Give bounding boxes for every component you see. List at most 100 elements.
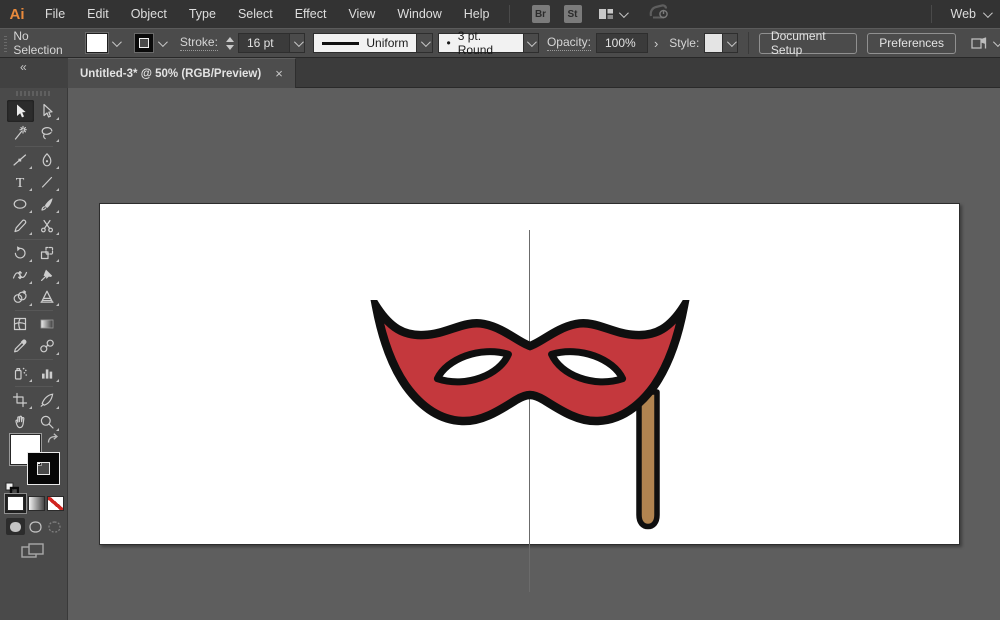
direct-selection-tool-button[interactable] — [34, 100, 61, 122]
canvas-area[interactable] — [68, 88, 1000, 620]
artboard-tool-button[interactable] — [7, 389, 34, 411]
document-tab-bar: « Untitled-3* @ 50% (RGB/Preview) × — [0, 58, 1000, 88]
menu-file[interactable]: File — [34, 0, 76, 28]
control-divider — [748, 32, 749, 54]
menu-help[interactable]: Help — [453, 0, 501, 28]
scale-icon — [39, 245, 55, 261]
brush-definition-dropdown[interactable] — [524, 33, 539, 53]
selection-tool-button[interactable] — [7, 100, 34, 122]
stroke-weight-field[interactable]: 16 pt — [238, 33, 290, 53]
mask-body[interactable] — [376, 306, 684, 421]
menu-edit[interactable]: Edit — [76, 0, 120, 28]
scissors-tool-button[interactable] — [34, 215, 61, 237]
app-logo-icon: Ai — [0, 6, 34, 23]
draw-normal-button[interactable] — [6, 518, 25, 535]
stepper-up-icon[interactable] — [226, 37, 234, 42]
pencil-tool-button[interactable] — [7, 215, 34, 237]
chevron-down-icon — [618, 8, 628, 18]
slice-knife-icon — [39, 392, 55, 408]
tab-close-icon[interactable]: × — [275, 66, 283, 81]
control-bar: No Selection Stroke: 16 pt Uniform • 3 p… — [0, 28, 1000, 58]
stepper-down-icon[interactable] — [226, 45, 234, 50]
column-graph-tool-button[interactable] — [34, 362, 61, 384]
width-squiggle-icon — [12, 267, 28, 283]
preferences-button[interactable]: Preferences — [867, 33, 956, 54]
arrange-documents-button[interactable] — [598, 7, 626, 21]
stock-button[interactable]: St — [564, 5, 582, 23]
mesh-tool-button[interactable] — [7, 313, 34, 335]
stroke-color-proxy[interactable] — [28, 453, 59, 484]
draw-behind-button[interactable] — [26, 518, 45, 535]
chevron-down-icon — [112, 37, 122, 47]
perspective-grid-tool-button[interactable] — [34, 286, 61, 308]
stroke-dropdown-button[interactable] — [154, 33, 170, 53]
stroke-panel-link[interactable]: Stroke: — [180, 35, 218, 51]
draw-inside-button[interactable] — [45, 518, 64, 535]
menu-window[interactable]: Window — [386, 0, 452, 28]
menu-view[interactable]: View — [337, 0, 386, 28]
slice-tool-button[interactable] — [34, 389, 61, 411]
stroke-weight-stepper[interactable] — [226, 37, 234, 50]
screen-mode-button[interactable] — [20, 542, 46, 565]
shape-builder-tool-button[interactable] — [7, 286, 34, 308]
workspace-switcher[interactable]: Web — [931, 5, 990, 23]
eyedropper-icon — [12, 338, 28, 354]
pushpin-icon — [39, 267, 55, 283]
type-tool-icon: T — [12, 174, 28, 190]
lasso-tool-button[interactable] — [34, 122, 61, 144]
fill-dropdown-button[interactable] — [108, 33, 124, 53]
symbol-sprayer-tool-button[interactable] — [7, 362, 34, 384]
document-setup-button[interactable]: Document Setup — [759, 33, 857, 54]
width-profile-dropdown[interactable] — [417, 33, 432, 53]
stroke-weight-dropdown[interactable] — [290, 33, 305, 53]
scale-tool-button[interactable] — [34, 242, 61, 264]
toolbar-collapse-button[interactable]: « — [0, 58, 68, 88]
ellipse-tool-button[interactable] — [7, 193, 34, 215]
blend-tool-button[interactable] — [34, 335, 61, 357]
style-label: Style: — [669, 36, 699, 50]
curvature-tool-button[interactable] — [34, 149, 61, 171]
menu-object[interactable]: Object — [120, 0, 178, 28]
panel-grip[interactable] — [4, 34, 7, 52]
opacity-field[interactable]: 100% — [596, 33, 648, 53]
width-profile-select[interactable]: Uniform — [313, 33, 417, 53]
mesh-icon — [12, 316, 28, 332]
menu-select[interactable]: Select — [227, 0, 284, 28]
svg-text:T: T — [16, 176, 25, 190]
paintbrush-tool-button[interactable] — [34, 193, 61, 215]
document-tab[interactable]: Untitled-3* @ 50% (RGB/Preview) × — [68, 58, 296, 88]
color-mode-button[interactable] — [7, 496, 24, 511]
menu-effect[interactable]: Effect — [284, 0, 338, 28]
opacity-panel-link[interactable]: Opacity: — [547, 35, 591, 51]
direct-selection-arrow-icon — [39, 103, 55, 119]
pen-tool-button[interactable] — [7, 149, 34, 171]
type-tool-button[interactable]: T — [7, 171, 34, 193]
touch-workspace-toggle[interactable] — [970, 35, 1000, 51]
opacity-expand-button[interactable]: › — [648, 36, 664, 51]
puppet-warp-tool-button[interactable] — [34, 264, 61, 286]
width-tool-button[interactable] — [7, 264, 34, 286]
swap-fill-stroke-icon[interactable] — [46, 432, 60, 450]
mask-artwork[interactable] — [370, 300, 690, 535]
stroke-color-control[interactable] — [134, 33, 170, 53]
rotate-tool-button[interactable] — [7, 242, 34, 264]
none-mode-button[interactable] — [47, 496, 64, 511]
line-segment-tool-button[interactable] — [34, 171, 61, 193]
fill-color-control[interactable] — [86, 33, 124, 53]
gradient-mode-button[interactable] — [28, 496, 45, 511]
graphic-style-dropdown[interactable] — [723, 33, 738, 53]
shape-builder-icon — [12, 289, 28, 305]
mask-stick[interactable] — [639, 392, 657, 527]
gradient-tool-button[interactable] — [34, 313, 61, 335]
graphic-style-swatch[interactable] — [704, 33, 723, 53]
stroke-swatch[interactable] — [134, 33, 154, 53]
eyedropper-tool-button[interactable] — [7, 335, 34, 357]
menu-type[interactable]: Type — [178, 0, 227, 28]
magic-wand-tool-button[interactable] — [7, 122, 34, 144]
chevron-down-icon — [293, 37, 303, 47]
draw-inside-icon — [48, 521, 61, 533]
tools-panel-grip[interactable] — [16, 91, 52, 96]
fill-swatch[interactable] — [86, 33, 108, 53]
bridge-button[interactable]: Br — [532, 5, 550, 23]
brush-definition-select[interactable]: • 3 pt. Round — [438, 33, 524, 53]
